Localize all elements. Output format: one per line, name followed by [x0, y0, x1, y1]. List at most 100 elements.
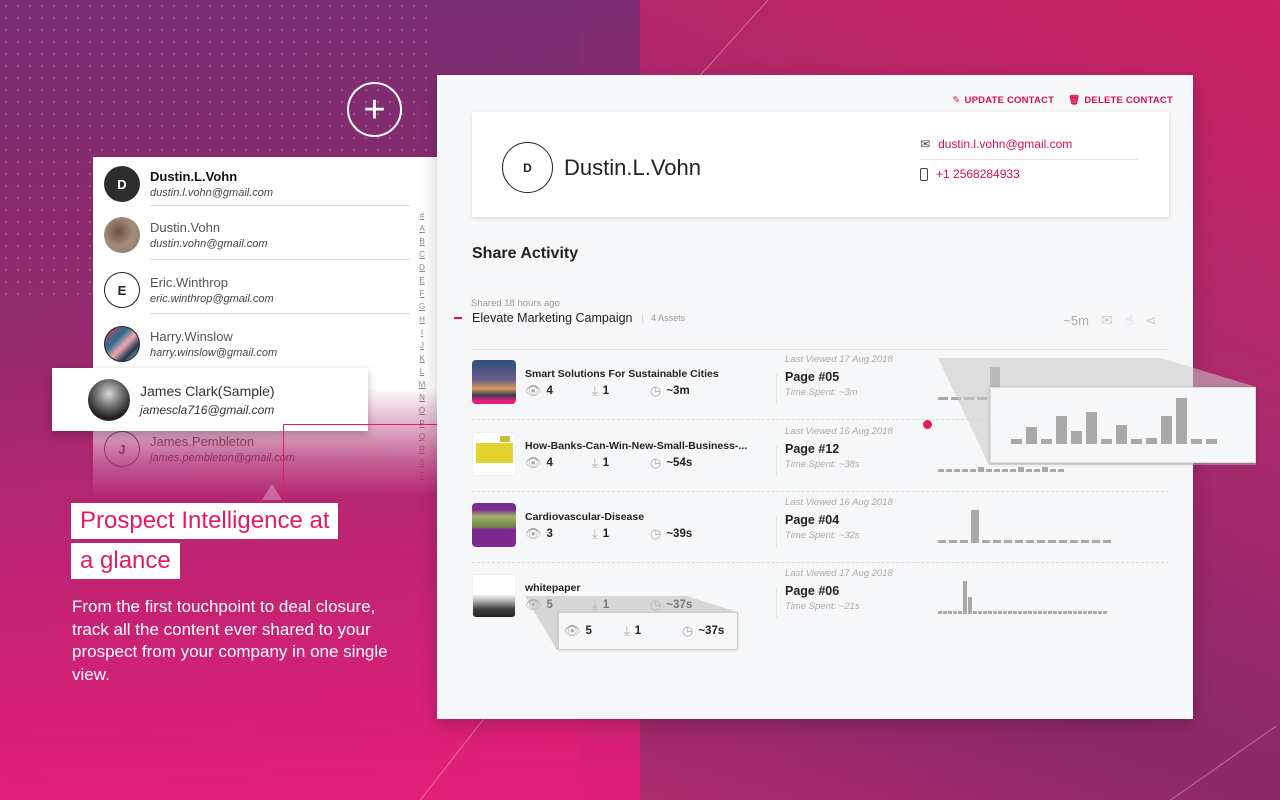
sparkline-bar [1015, 540, 1023, 543]
sparkline-bar [1034, 469, 1040, 472]
sparkline-bar [986, 469, 992, 472]
contact-email: dustin.vohn@gmail.com [150, 238, 268, 250]
plus-icon: + [363, 88, 386, 131]
pencil-icon: ✎ [952, 95, 961, 106]
page-views-sparkline [938, 581, 1108, 614]
time-stat: ◷ ~39s [650, 526, 692, 542]
sparkline-bar [938, 469, 944, 472]
divider [149, 259, 411, 260]
avatar [104, 326, 140, 362]
sparkline-bar [946, 469, 952, 472]
asset-title[interactable]: whitepaper [525, 582, 580, 594]
update-contact-button[interactable]: ✎ UPDATE CONTACT [952, 95, 1054, 106]
avatar: E [104, 272, 140, 308]
alphabet-letter[interactable]: B [419, 235, 424, 248]
alphabet-letter[interactable]: M [419, 378, 426, 391]
sparkline-bar [1010, 469, 1016, 472]
download-icon: ⤓ [592, 383, 598, 398]
asset-stats: 👁 4 ⤓ 1 ◷ ~3m [525, 383, 690, 399]
sparkline-bar [1011, 439, 1022, 444]
views-count: 4 [546, 385, 553, 397]
trash-icon: 🗑 [1068, 95, 1081, 106]
sparkline-bar [1059, 540, 1067, 543]
sparkline-bar [973, 611, 977, 614]
sparkline-bar [949, 540, 957, 543]
alphabet-letter[interactable]: L [420, 365, 424, 378]
contact-item[interactable]: Dustin.Vohn dustin.vohn@gmail.com [93, 208, 413, 262]
alphabet-letter[interactable]: # [420, 209, 424, 222]
sparkline-bar [1058, 611, 1062, 614]
sparkline-bar [1068, 611, 1072, 614]
sparkline-bar [998, 611, 1002, 614]
share-icon[interactable]: ⋖ [1145, 312, 1157, 329]
sparkline-bar [1078, 611, 1082, 614]
sparkline-bar [1038, 611, 1042, 614]
shared-timestamp: Shared 18 hours ago [471, 298, 560, 309]
alphabet-letter[interactable]: A [419, 222, 424, 235]
alphabet-letter[interactable]: O [419, 404, 425, 417]
sparkline-bar [953, 611, 957, 614]
eye-icon: 👁 [525, 526, 542, 541]
sparkline-bar [1083, 611, 1087, 614]
sparkline-bar [1003, 611, 1007, 614]
add-button[interactable]: + [347, 82, 402, 137]
alphabet-letter[interactable]: I [421, 326, 423, 339]
time-stat: ◷ ~3m [650, 383, 690, 399]
campaign-header[interactable]: Elevate Marketing Campaign | 4 Assets [454, 311, 685, 325]
time-value: ~54s [666, 457, 693, 469]
alphabet-letter[interactable]: C [419, 248, 425, 261]
clock-icon: ◷ [650, 383, 662, 398]
asset-title[interactable]: Smart Solutions For Sustainable Cities [525, 368, 719, 380]
contact-item[interactable]: E Eric.Winthrop eric.winthrop@gmail.com [93, 263, 413, 317]
alphabet-letter[interactable]: K [419, 352, 424, 365]
contact-name: James Clark(Sample) [140, 382, 275, 399]
hand-pointer-icon[interactable]: ☝ [1125, 312, 1134, 329]
time-value: ~37s [698, 625, 725, 637]
asset-title[interactable]: How-Banks-Can-Win-New-Small-Business-... [525, 440, 747, 452]
sparkline-bar [1048, 540, 1056, 543]
contact-email-link[interactable]: ✉ dustin.l.vohn@gmail.com [920, 137, 1072, 151]
alphabet-letter[interactable]: G [419, 300, 425, 313]
alphabet-letter[interactable]: N [419, 391, 425, 404]
alphabet-letter[interactable]: R [419, 443, 425, 456]
sparkline-bar [1008, 611, 1012, 614]
eye-icon: 👁 [525, 383, 542, 398]
asset-thumbnail [472, 360, 516, 404]
alphabet-letter[interactable]: J [420, 339, 424, 352]
alphabet-letter[interactable]: E [419, 274, 424, 287]
contact-phone-link[interactable]: +1 2568284933 [920, 167, 1020, 181]
downloads-count: 1 [602, 385, 610, 397]
time-stat: ◷ ~54s [650, 455, 692, 471]
downloads-count: 1 [634, 625, 642, 637]
asset-title[interactable]: Cardiovascular-Disease [525, 511, 644, 523]
sparkline-bar [948, 611, 952, 614]
last-viewed: Last Viewed 16 Aug 2018 [785, 426, 893, 437]
connector-line [283, 424, 284, 499]
page-number: Page #06 [785, 584, 840, 598]
sparkline-bar [943, 611, 947, 614]
alphabet-letter[interactable]: D [419, 261, 425, 274]
sparkline-bar [1023, 611, 1027, 614]
highlighted-contact[interactable]: James Clark(Sample) jamescla716@gmail.co… [52, 368, 368, 431]
alphabet-letter[interactable]: S [419, 456, 424, 469]
asset-thumbnail [472, 574, 516, 618]
sparkline-bar [1191, 439, 1202, 444]
alphabet-letter[interactable]: T [420, 469, 425, 482]
collapse-icon[interactable] [454, 317, 462, 319]
sparkline-bar [938, 611, 942, 614]
asset-row[interactable]: Cardiovascular-Disease 👁 3 ⤓ 1 ◷ ~39s La… [472, 497, 1169, 565]
contact-item[interactable]: Harry.Winslow harry.winslow@gmail.com [93, 317, 413, 371]
contact-item[interactable]: D Dustin.L.Vohn dustin.l.vohn@gmail.com [93, 157, 413, 211]
email-open-icon[interactable]: ✉ [1101, 312, 1113, 329]
sparkline-bar [1101, 439, 1112, 444]
alphabet-letter[interactable]: H [419, 313, 425, 326]
views-stat: 👁 3 [525, 526, 592, 542]
alphabet-letter[interactable]: Q [419, 430, 425, 443]
sparkline-bar [1053, 611, 1057, 614]
avatar: J [104, 431, 140, 467]
sparkline-bar [1093, 611, 1097, 614]
delete-contact-button[interactable]: 🗑 DELETE CONTACT [1068, 95, 1173, 106]
alphabet-letter[interactable]: F [420, 287, 425, 300]
time-stat: ◷ ~37s [682, 623, 724, 639]
phone-value: +1 2568284933 [936, 167, 1020, 181]
